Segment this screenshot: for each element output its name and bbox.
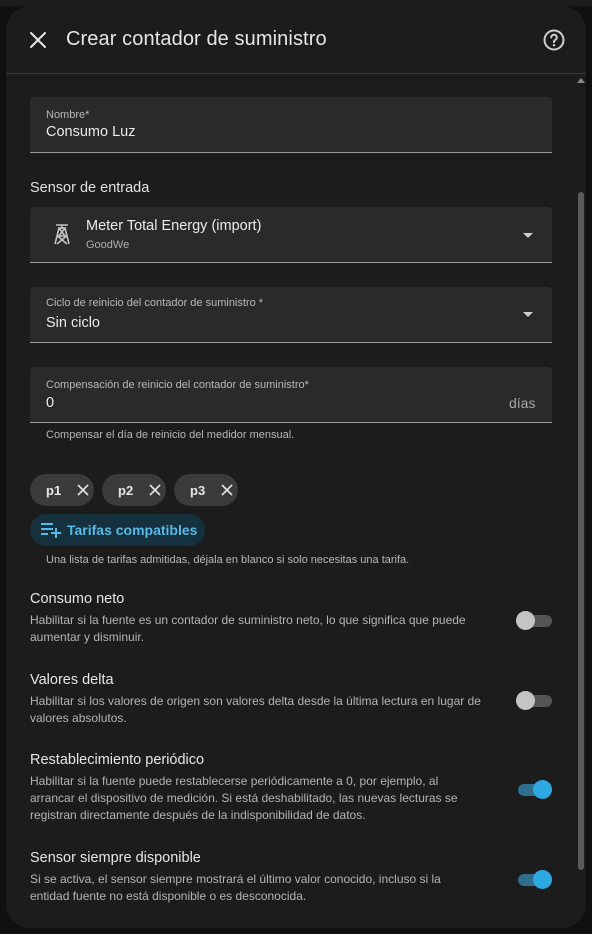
delta-values-description: Habilitar si los valores de origen son v… [30,693,512,727]
description-line: arrancar el dispositivo de medición. Si … [30,791,458,805]
dialog-title: Crear contador de suministro [66,28,327,50]
create-utility-meter-dialog: Crear contador de suministro Nombre* Con… [6,6,586,928]
toggle-thumb [533,780,552,799]
description-line: Si se activa, el sensor siempre mostrará… [30,872,441,886]
chevron-down-icon [523,233,533,238]
reset-cycle-label: Ciclo de reinicio del contador de sumini… [46,297,264,309]
sensor-entity-source: GoodWe [86,239,130,251]
reset-offset-value: 0 [46,395,55,411]
close-icon [30,32,46,48]
toggle-thumb [533,870,552,889]
description-line: Habilitar si la fuente es un contador de… [30,613,466,627]
reset-cycle-value: Sin ciclo [46,315,100,331]
close-icon[interactable] [149,484,161,496]
scroll-up-arrow-icon[interactable] [576,76,586,84]
scrollbar-thumb[interactable] [578,192,584,870]
tariff-chip-p2[interactable]: p2 [102,474,166,506]
help-circle-icon [543,29,565,51]
reset-offset-label: Compensación de reinicio del contador de… [46,379,309,391]
delta-values-title: Valores delta [30,672,114,688]
tariff-chip-p1[interactable]: p1 [30,474,94,506]
dialog-header: Crear contador de suministro [6,6,586,74]
add-tariff-button[interactable]: Tarifas compatibles [30,514,205,546]
net-consumption-title: Consumo neto [30,591,125,607]
delta-values-toggle[interactable] [516,690,552,710]
playlist-plus-icon [41,523,61,538]
periodic-reset-title: Restablecimiento periódico [30,752,205,768]
periodic-reset-description: Habilitar si la fuente puede restablecer… [30,773,512,824]
reset-offset-suffix: días [509,395,536,411]
description-line: aumentar y disminuir. [30,630,145,644]
net-consumption-description: Habilitar si la fuente es un contador de… [30,612,512,646]
toggle-thumb [516,691,535,710]
net-consumption-toggle[interactable] [516,610,552,630]
add-tariff-label: Tarifas compatibles [67,522,198,538]
tariff-chip-label: p1 [46,482,62,498]
name-field-value: Consumo Luz [46,124,136,140]
description-line: entidad fuente no está disponible o es d… [30,889,307,903]
description-line: valores absolutos. [30,711,127,725]
close-icon[interactable] [221,484,233,496]
reset-offset-field[interactable]: Compensación de reinicio del contador de… [30,367,552,423]
reset-cycle-select[interactable]: Ciclo de reinicio del contador de sumini… [30,287,552,343]
description-line: registran directamente después de la ind… [30,808,366,822]
tariffs-helper: Una lista de tarifas admitidas, déjala e… [46,554,410,566]
input-sensor-picker[interactable]: Meter Total Energy (import) GoodWe [30,207,552,263]
help-button[interactable] [542,28,566,52]
name-field[interactable]: Nombre* Consumo Luz [30,97,552,153]
input-sensor-label: Sensor de entrada [30,180,150,196]
sensor-entity-name: Meter Total Energy (import) [86,218,262,234]
name-field-label: Nombre* [46,109,90,121]
tariff-chip-label: p3 [190,482,206,498]
close-icon[interactable] [77,484,89,496]
tariff-chip-p3[interactable]: p3 [174,474,238,506]
periodic-reset-toggle[interactable] [516,779,552,799]
close-button[interactable] [26,28,50,52]
always-available-title: Sensor siempre disponible [30,850,201,866]
chevron-down-icon [523,312,533,317]
always-available-description: Si se activa, el sensor siempre mostrará… [30,871,512,905]
description-line: Habilitar si los valores de origen son v… [30,694,481,708]
toggle-thumb [516,611,535,630]
always-available-toggle[interactable] [516,869,552,889]
description-line: Habilitar si la fuente puede restablecer… [30,774,439,788]
transmission-tower-icon [54,224,70,245]
reset-offset-helper: Compensar el día de reinicio del medidor… [46,429,295,441]
tariff-chip-label: p2 [118,482,134,498]
